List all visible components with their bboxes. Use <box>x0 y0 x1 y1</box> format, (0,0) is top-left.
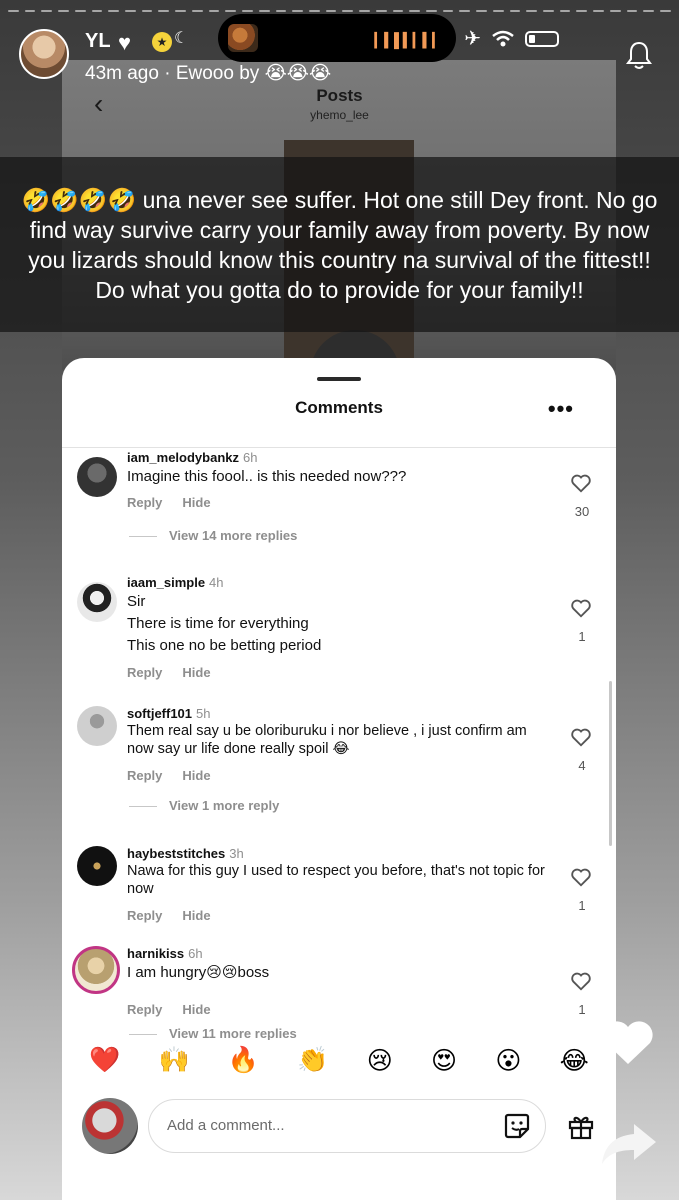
posts-title: Posts <box>316 86 363 105</box>
story-progress-bar <box>8 10 671 12</box>
like-heart-icon[interactable] <box>570 970 592 992</box>
moon-icon: ☾ <box>174 30 189 47</box>
comment-text: Them real say u be oloriburuku i nor bel… <box>127 723 527 757</box>
story-like-heart-icon[interactable] <box>600 1018 656 1066</box>
story-caption: Ewooo by 😭😭😭 <box>175 63 332 84</box>
like-count: 4 <box>578 758 586 773</box>
star-badge-icon: ★ <box>152 32 172 52</box>
like-heart-icon[interactable] <box>570 597 592 619</box>
like-heart-icon[interactable] <box>570 866 592 888</box>
reaction-cry[interactable]: 😢 <box>367 1046 393 1076</box>
comment-input[interactable] <box>165 1116 489 1135</box>
comment-avatar[interactable] <box>77 846 117 886</box>
comment-username[interactable]: haybeststitches 3h <box>127 846 244 861</box>
like-count: 1 <box>578 898 586 913</box>
hide-button[interactable]: Hide <box>182 495 210 510</box>
view-more-replies[interactable]: View 11 more replies <box>129 1026 297 1040</box>
view-more-replies[interactable]: View 1 more reply <box>129 798 279 813</box>
comment-input-wrapper[interactable] <box>148 1099 546 1153</box>
reaction-fire[interactable]: 🔥 <box>228 1046 259 1076</box>
comment-avatar[interactable] <box>77 582 117 622</box>
comment-actions: Reply Hide <box>127 1002 231 1017</box>
bell-icon[interactable] <box>625 40 653 70</box>
comment-avatar[interactable] <box>77 706 117 746</box>
reply-button[interactable]: Reply <box>127 908 162 923</box>
like-count: 1 <box>578 629 586 644</box>
wifi-icon <box>492 30 514 46</box>
comments-list: iam_melodybankz 6h Imagine this foool.. i… <box>62 448 616 1040</box>
comment-actions: Reply Hide <box>127 908 231 923</box>
sticker-icon[interactable] <box>503 1112 531 1140</box>
comment-username[interactable]: iaam_simple 4h <box>127 575 224 590</box>
share-icon[interactable] <box>600 1120 658 1166</box>
reply-button[interactable]: Reply <box>127 768 162 783</box>
audio-wave-icon: ▎▍▌▍▎▍▎ <box>374 32 443 48</box>
more-dots-icon[interactable]: ••• <box>548 396 574 422</box>
comment-avatar[interactable] <box>72 946 120 994</box>
reaction-heart[interactable]: ❤️ <box>89 1046 120 1076</box>
comments-title: Comments <box>295 398 383 417</box>
comment-avatar[interactable] <box>77 457 117 497</box>
reply-button[interactable]: Reply <box>127 1002 162 1017</box>
reaction-raised-hands[interactable]: 🙌 <box>159 1046 190 1076</box>
comment-text: Nawa for this guy I used to respect you … <box>127 863 545 897</box>
view-more-replies[interactable]: View 14 more replies <box>129 528 297 543</box>
hide-button[interactable]: Hide <box>182 768 210 783</box>
comment-username[interactable]: softjeff101 5h <box>127 706 211 721</box>
like-heart-icon[interactable] <box>570 726 592 748</box>
comment-actions: Reply Hide <box>127 665 231 680</box>
story-username[interactable]: YL <box>85 30 111 53</box>
dynamic-island[interactable]: ▎▍▌▍▎▍▎ <box>218 14 456 62</box>
reaction-wow[interactable]: 😮 <box>495 1046 521 1076</box>
like-count: 1 <box>578 1002 586 1017</box>
posts-subtitle: yhemo_lee <box>310 108 369 122</box>
gift-icon[interactable] <box>566 1111 596 1141</box>
reply-button[interactable]: Reply <box>127 665 162 680</box>
reply-button[interactable]: Reply <box>127 495 162 510</box>
quick-reactions: ❤️ 🙌 🔥 👏 😢 😍 😮 😂 <box>62 1046 616 1076</box>
heart-icon: ♥ <box>118 30 132 55</box>
comment-composer <box>62 1093 616 1173</box>
story-avatar[interactable] <box>19 29 69 79</box>
scrollbar[interactable] <box>609 681 612 846</box>
comment-text: Sir There is time for everything This on… <box>127 593 322 654</box>
now-playing-thumbnail <box>228 24 258 52</box>
hide-button[interactable]: Hide <box>182 1002 210 1017</box>
hide-button[interactable]: Hide <box>182 908 210 923</box>
battery-icon <box>525 30 559 47</box>
comment-text: Imagine this foool.. is this needed now?… <box>127 468 407 485</box>
comments-sheet: Comments ••• iam_melodybankz 6h Imagine t… <box>62 358 616 1200</box>
reaction-clap[interactable]: 👏 <box>297 1046 328 1076</box>
story-text-overlay: 🤣🤣🤣🤣 una never see suffer. Hot one still… <box>0 157 679 332</box>
like-heart-icon[interactable] <box>570 472 592 494</box>
comment-username[interactable]: harnikiss 6h <box>127 946 203 961</box>
hide-button[interactable]: Hide <box>182 665 210 680</box>
sheet-grabber[interactable] <box>317 377 361 381</box>
comment-text: I am hungry😢😢boss <box>127 964 270 981</box>
status-bar: ✈ <box>464 26 559 51</box>
my-avatar <box>82 1098 138 1154</box>
story-time: 43m ago <box>85 63 159 84</box>
comment-actions: Reply Hide <box>127 495 231 510</box>
story-text: 🤣🤣🤣🤣 una never see suffer. Hot one still… <box>21 186 658 303</box>
airplane-icon: ✈ <box>464 28 481 50</box>
reaction-laugh[interactable]: 😂 <box>560 1046 589 1076</box>
story-meta: 43m ago · Ewooo by 😭😭😭 <box>85 63 332 84</box>
comment-username[interactable]: iam_melodybankz 6h <box>127 450 257 465</box>
like-count: 30 <box>574 504 590 519</box>
reaction-heart-eyes[interactable]: 😍 <box>431 1046 457 1076</box>
comment-actions: Reply Hide <box>127 768 231 783</box>
